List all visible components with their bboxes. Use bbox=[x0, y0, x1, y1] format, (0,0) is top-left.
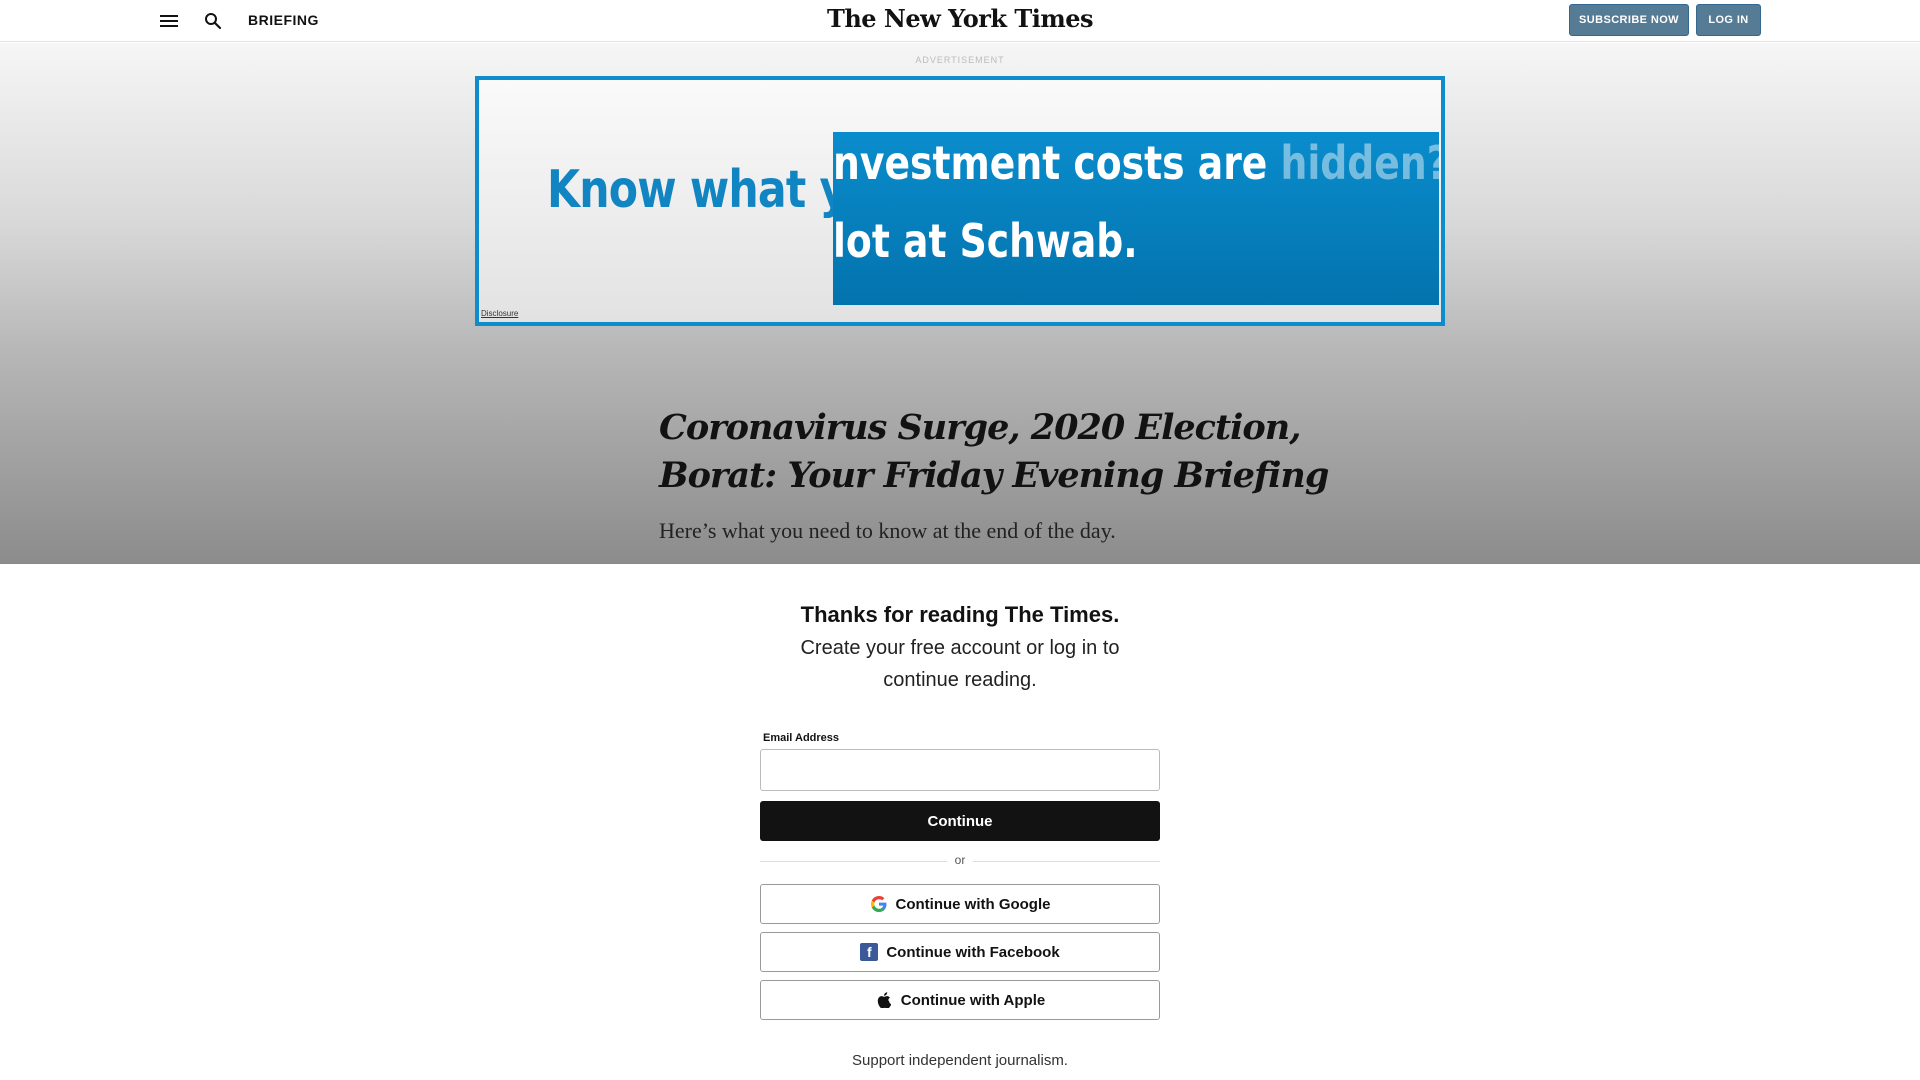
article-headline: Coronavirus Surge, 2020 Election, Borat:… bbox=[659, 407, 1329, 496]
ad-headline: Know what y bbox=[547, 160, 847, 220]
subscribe-button[interactable]: SUBSCRIBE NOW bbox=[1569, 4, 1689, 36]
google-login-button[interactable]: Continue with Google bbox=[760, 884, 1160, 924]
google-login-label: Continue with Google bbox=[895, 895, 1051, 913]
email-field[interactable] bbox=[760, 749, 1160, 791]
ad-disclosure-link[interactable]: Disclosure bbox=[481, 309, 518, 318]
schwab-ad-banner[interactable]: Know what y nvestment costs are hidden? … bbox=[475, 76, 1445, 326]
regwall-title: Thanks for reading The Times. bbox=[800, 602, 1120, 627]
apple-login-button[interactable]: Continue with Apple bbox=[760, 980, 1160, 1020]
or-text: or bbox=[0, 853, 1920, 867]
ad-panel-line-1: nvestment costs are hidden? bbox=[833, 136, 1439, 190]
or-label: or bbox=[946, 853, 974, 867]
regwall-subtitle: Create your free account or log in to co… bbox=[800, 637, 1120, 691]
top-bar: BRIEFING The New York Times SUBSCRIBE NO… bbox=[0, 0, 1920, 42]
email-label: Email Address bbox=[763, 732, 840, 744]
apple-login-label: Continue with Apple bbox=[900, 991, 1046, 1009]
login-button[interactable]: LOG IN bbox=[1696, 4, 1761, 36]
facebook-login-label: Continue with Facebook bbox=[886, 943, 1060, 961]
google-icon bbox=[870, 895, 888, 913]
support-text: Support independent journalism. bbox=[852, 1052, 1068, 1069]
advertisement-label: ADVERTISEMENT bbox=[915, 55, 1005, 65]
ad-panel-line-1-text: nvestment costs are bbox=[833, 136, 1281, 190]
article-summary: Here’s what you need to know at the end … bbox=[659, 518, 1116, 543]
ad-blue-panel: nvestment costs are hidden? lot at Schwa… bbox=[833, 132, 1439, 305]
ad-panel-line-1-faded: hidden? bbox=[1280, 136, 1439, 190]
continue-button[interactable]: Continue bbox=[760, 801, 1160, 841]
registration-wall: Thanks for reading The Times. Create you… bbox=[0, 563, 1920, 1080]
ad-panel-line-2: lot at Schwab. bbox=[833, 214, 1138, 268]
facebook-login-button[interactable]: f Continue with Facebook bbox=[760, 932, 1160, 972]
facebook-icon: f bbox=[860, 943, 879, 961]
apple-icon bbox=[875, 991, 893, 1009]
